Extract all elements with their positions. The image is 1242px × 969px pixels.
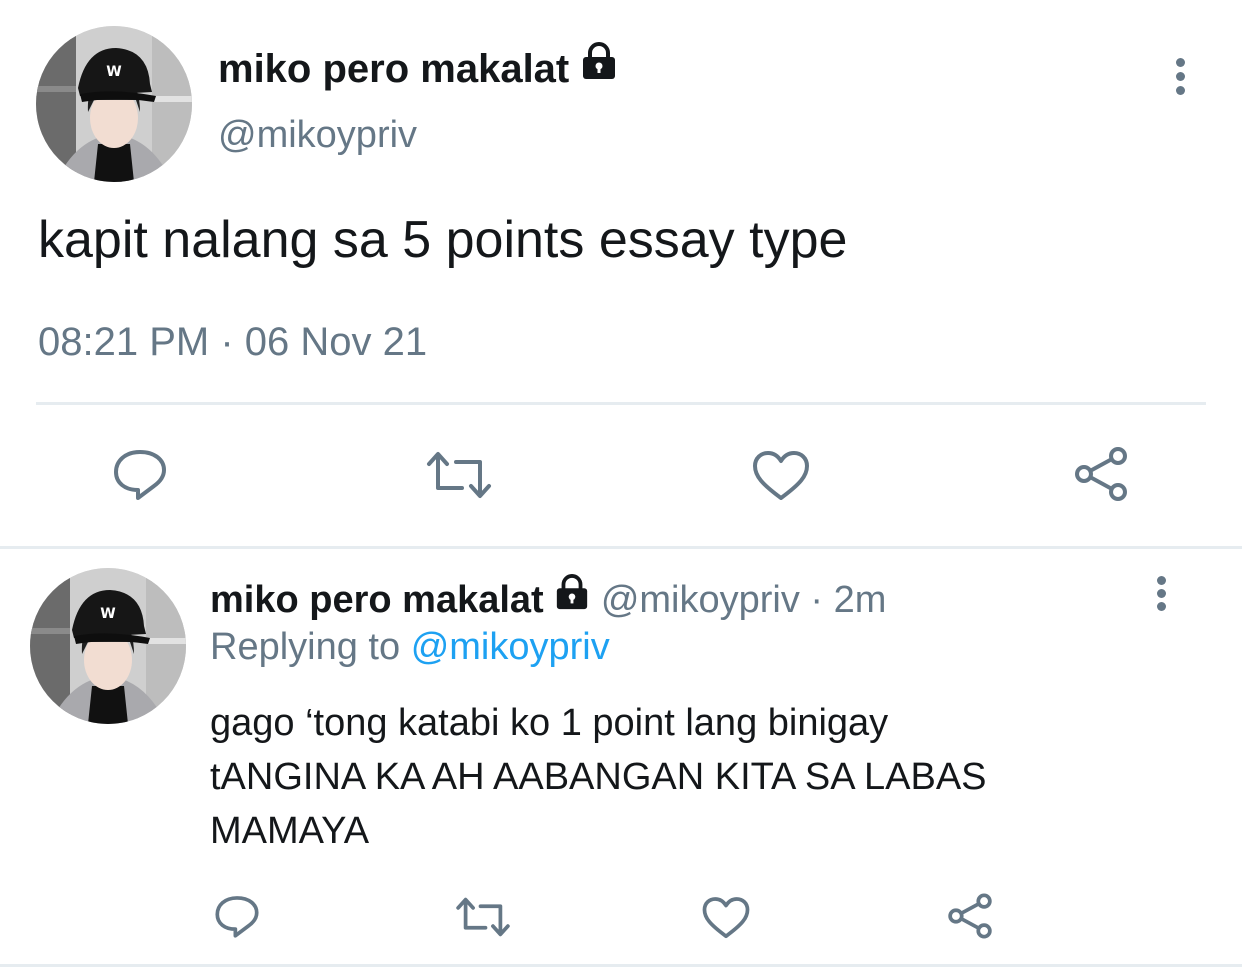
svg-text:W: W bbox=[106, 64, 121, 80]
svg-text:W: W bbox=[100, 606, 115, 622]
retweet-icon[interactable] bbox=[424, 450, 494, 500]
replying-to-handle-link[interactable]: @mikoypriv bbox=[411, 626, 610, 668]
avatar-main[interactable]: W bbox=[36, 26, 192, 182]
main-tweet-text: kapit nalang sa 5 points essay type bbox=[38, 211, 848, 269]
lock-icon bbox=[554, 574, 590, 623]
divider-bottom bbox=[0, 964, 1242, 967]
replying-to-label: Replying to bbox=[210, 626, 401, 668]
reply-text-line: gago ‘tong katabi ko 1 point lang biniga… bbox=[210, 702, 889, 744]
reply-header-row: miko pero makalat @mikoypriv · 2m bbox=[210, 574, 886, 623]
reply-icon[interactable] bbox=[112, 448, 168, 500]
more-options-icon[interactable] bbox=[1152, 576, 1170, 612]
reply-display-name[interactable]: miko pero makalat bbox=[210, 579, 544, 621]
replying-to-row: Replying to @mikoypriv bbox=[210, 624, 610, 670]
like-icon[interactable] bbox=[702, 896, 750, 940]
reply-icon[interactable] bbox=[214, 894, 260, 938]
avatar-reply[interactable]: W bbox=[30, 568, 186, 724]
share-icon[interactable] bbox=[946, 892, 994, 940]
lock-icon bbox=[580, 42, 618, 93]
main-display-name[interactable]: miko pero makalat bbox=[218, 47, 569, 91]
main-timestamp[interactable]: 08:21 PM · 06 Nov 21 bbox=[38, 316, 427, 368]
reply-tweet-text: gago ‘tong katabi ko 1 point lang biniga… bbox=[210, 696, 987, 858]
divider-between-tweets bbox=[0, 546, 1242, 549]
main-display-name-row[interactable]: miko pero makalat bbox=[218, 42, 618, 93]
share-icon[interactable] bbox=[1072, 446, 1130, 502]
reply-handle-time[interactable]: @mikoypriv · 2m bbox=[601, 579, 887, 621]
reply-text-line: MAMAYA bbox=[210, 810, 370, 852]
reply-text-line: tANGINA KA AH AABANGAN KITA SA LABAS bbox=[210, 756, 987, 798]
divider-main-actions bbox=[36, 402, 1206, 405]
like-icon[interactable] bbox=[752, 450, 810, 502]
retweet-icon[interactable] bbox=[454, 896, 512, 938]
more-options-icon[interactable] bbox=[1170, 58, 1190, 96]
main-handle[interactable]: @mikoypriv bbox=[218, 112, 417, 158]
